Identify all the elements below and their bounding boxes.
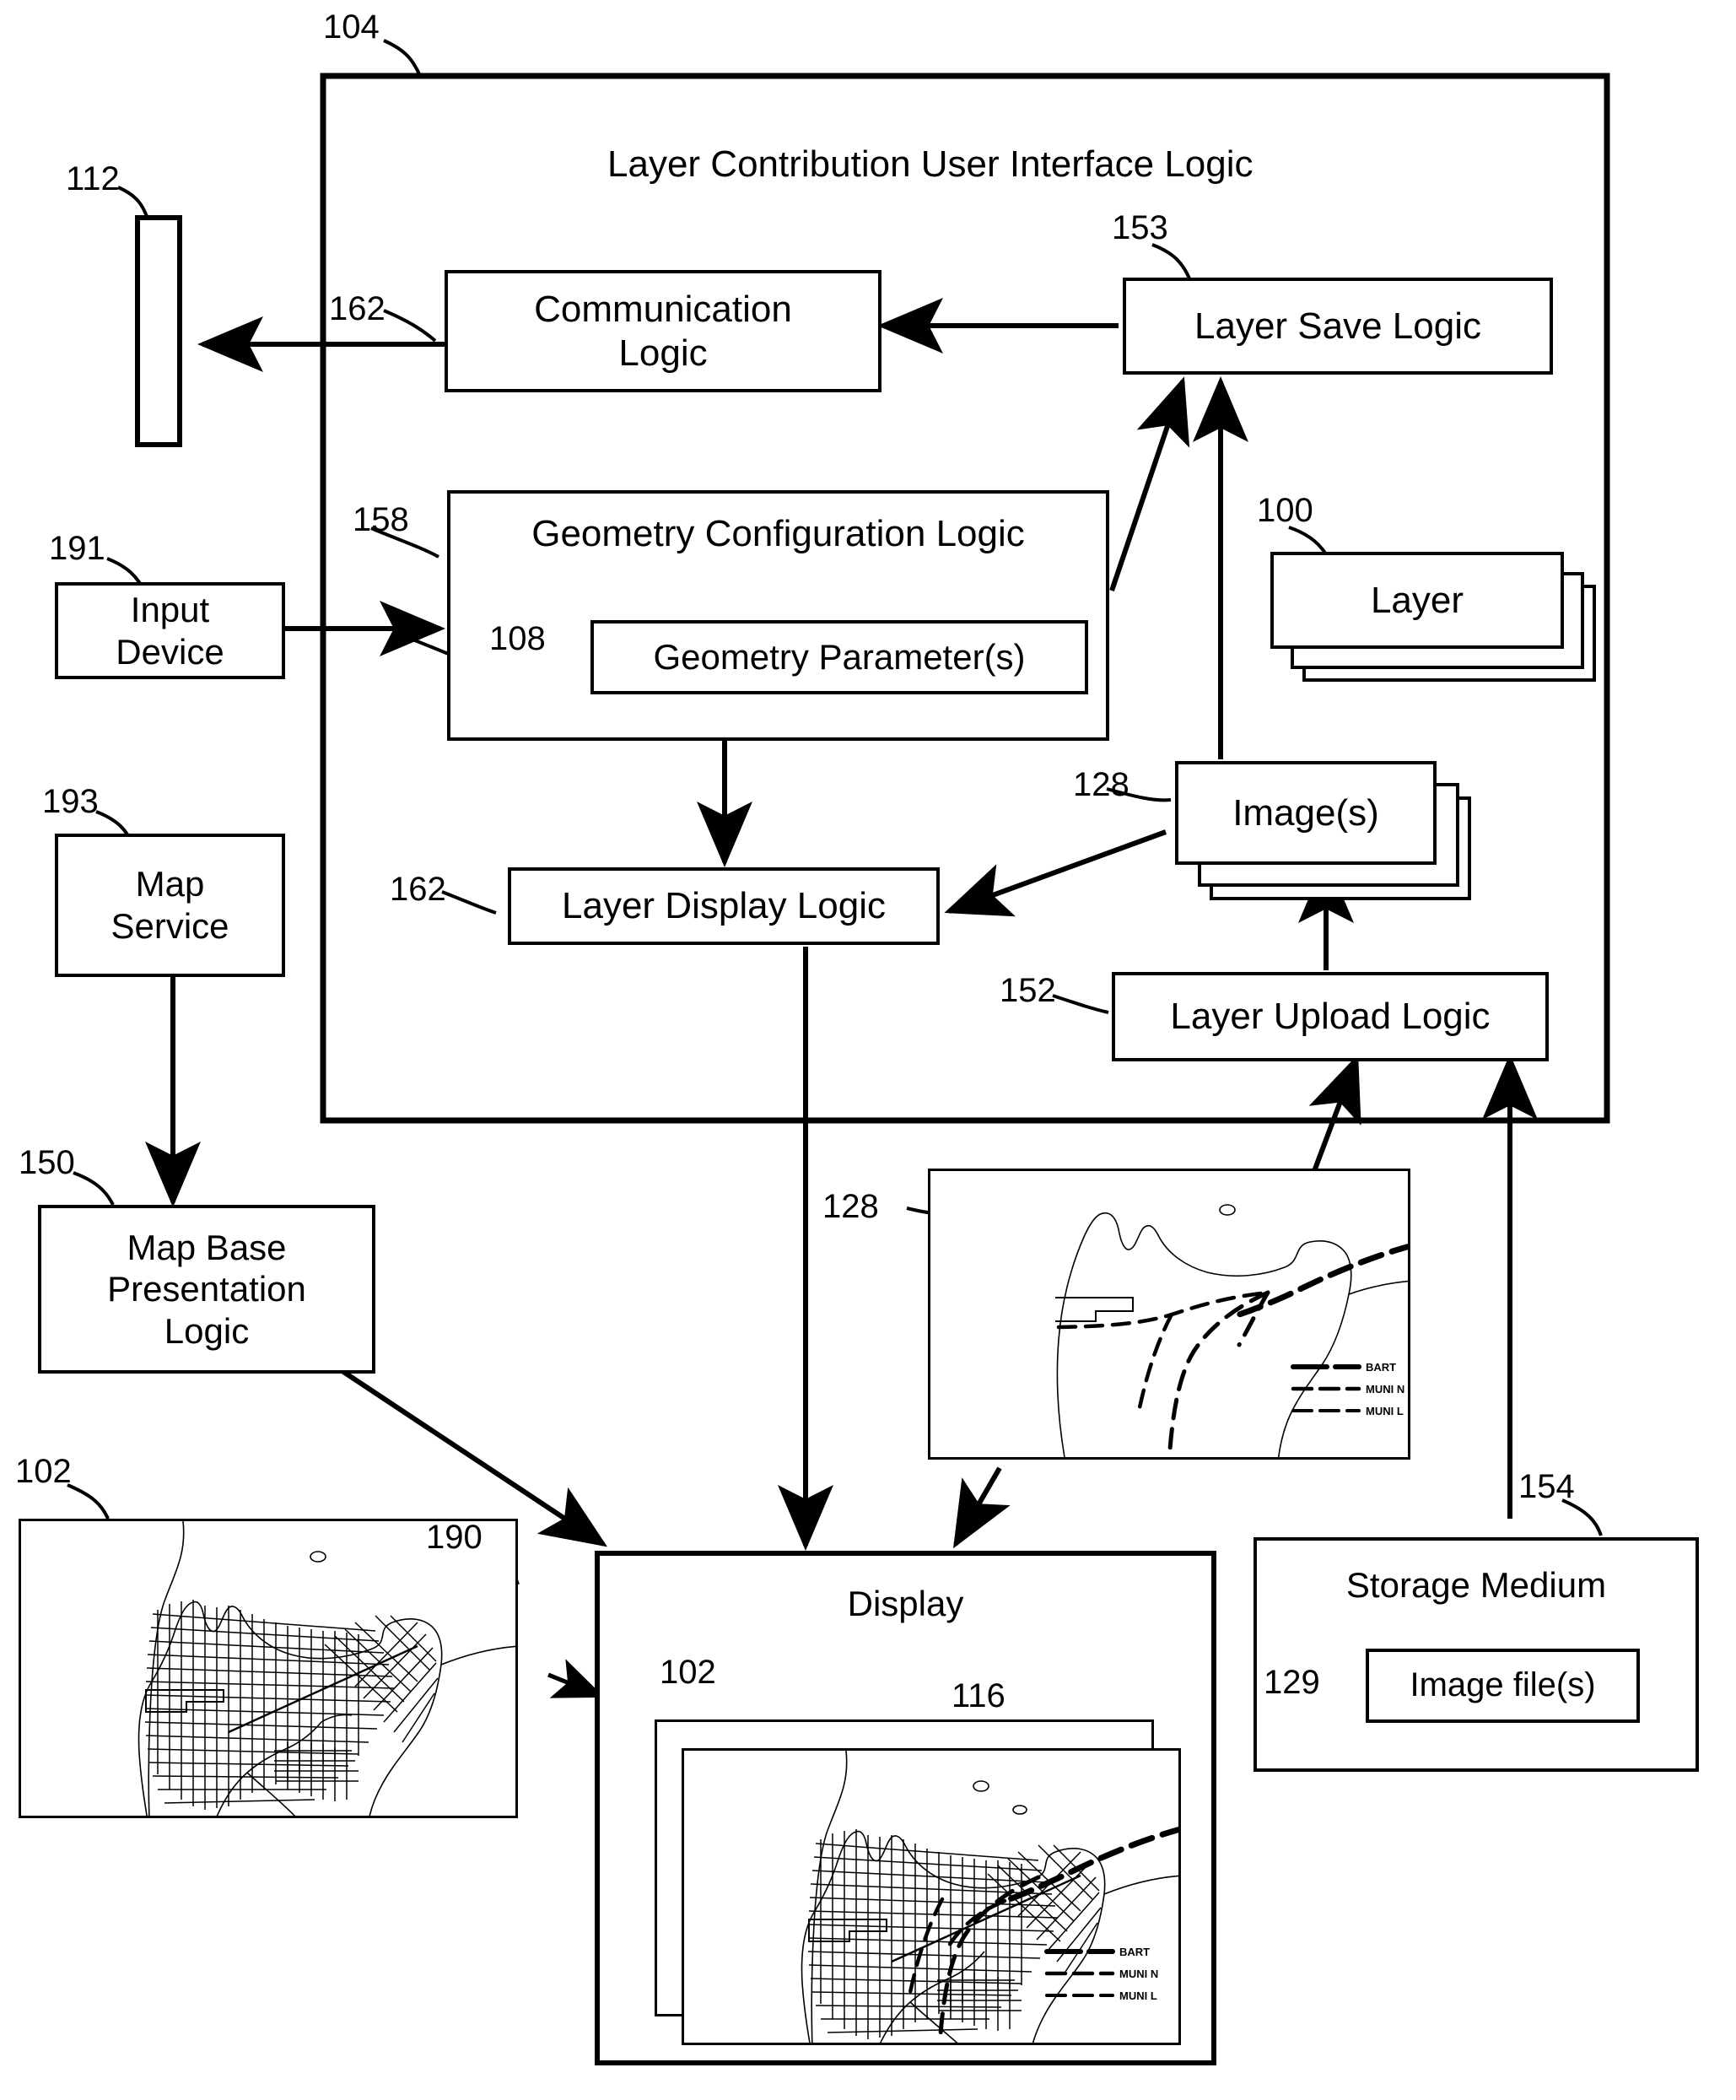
display-legend-bart-label: BART — [1119, 1946, 1150, 1958]
legend-muni-n-label: MUNI N — [1366, 1383, 1404, 1396]
ref-100: 100 — [1257, 492, 1313, 529]
map-service-label-line2: Service — [111, 906, 229, 946]
map-base-label-line3: Logic — [164, 1310, 250, 1351]
ref-128-transit-map: 128 — [822, 1188, 879, 1225]
communication-logic-label-line2: Logic — [618, 332, 708, 374]
communication-logic-label-line1: Communication — [534, 288, 792, 330]
image-stack-front: Image(s) — [1175, 761, 1437, 865]
layer-display-logic-block: Layer Display Logic — [508, 867, 940, 945]
image-files-label: Image file(s) — [1410, 1666, 1596, 1704]
base-map-drawing — [137, 1521, 515, 1816]
ref-128-image-stack: 128 — [1073, 766, 1129, 803]
geometry-parameters-block: Geometry Parameter(s) — [590, 620, 1088, 694]
ref-158: 158 — [353, 501, 409, 538]
display-composite-map: BART MUNI N MUNI L — [682, 1748, 1181, 2045]
ref-104: 104 — [323, 8, 380, 46]
ref-116-display-composite: 116 — [952, 1677, 1005, 1714]
layer-label: Layer — [1370, 579, 1464, 621]
ref-162-communication: 162 — [329, 290, 385, 327]
transit-layer-image: BART MUNI N MUNI L — [928, 1169, 1410, 1460]
layer-save-logic-block: Layer Save Logic — [1123, 278, 1553, 375]
ref-108: 108 — [489, 620, 546, 657]
layer-stack-front: Layer — [1270, 552, 1564, 649]
layer-save-logic-label: Layer Save Logic — [1194, 305, 1481, 347]
transit-layer-drawing: BART MUNI N MUNI L — [1055, 1204, 1408, 1457]
input-device-block: Input Device — [55, 582, 285, 679]
map-base-presentation-logic-block: Map Base Presentation Logic — [38, 1205, 375, 1374]
geometry-parameters-label: Geometry Parameter(s) — [653, 637, 1026, 678]
ref-112: 112 — [66, 160, 120, 197]
ref-102-base-map: 102 — [15, 1453, 72, 1490]
ref-102-display-map: 102 — [660, 1654, 716, 1691]
ref-150: 150 — [19, 1144, 75, 1181]
display-legend-muni-n-label: MUNI N — [1119, 1968, 1158, 1980]
network-bar — [135, 215, 182, 447]
communication-logic-block: Communication Logic — [445, 270, 881, 392]
ref-191: 191 — [49, 530, 105, 567]
ref-193: 193 — [42, 783, 99, 820]
layer-upload-logic-block: Layer Upload Logic — [1112, 972, 1549, 1061]
ref-153: 153 — [1112, 209, 1168, 246]
ref-154: 154 — [1518, 1468, 1575, 1505]
storage-medium-label: Storage Medium — [1345, 1565, 1607, 1605]
ref-152: 152 — [1000, 972, 1056, 1009]
map-service-label-line1: Map — [135, 864, 205, 904]
image-files-block: Image file(s) — [1366, 1649, 1640, 1723]
images-label: Image(s) — [1232, 791, 1379, 834]
transit-legend: BART MUNI N MUNI L — [1291, 1361, 1404, 1417]
display-legend-muni-l-label: MUNI L — [1119, 1989, 1157, 2002]
geometry-configuration-logic-label: Geometry Configuration Logic — [531, 513, 1025, 554]
map-base-label-line1: Map Base — [127, 1227, 287, 1267]
legend-muni-l-label: MUNI L — [1366, 1405, 1404, 1417]
layer-display-logic-label: Layer Display Logic — [562, 885, 886, 927]
base-map-image — [19, 1519, 518, 1818]
map-base-label-line2: Presentation — [107, 1269, 306, 1309]
ref-190: 190 — [426, 1519, 483, 1556]
input-device-label-line1: Input — [130, 589, 210, 629]
legend-bart-label: BART — [1366, 1361, 1396, 1374]
display-composite-drawing: BART MUNI N MUNI L — [801, 1751, 1178, 2043]
ref-129: 129 — [1264, 1664, 1320, 1701]
display-label: Display — [847, 1584, 964, 1623]
ref-162-display: 162 — [390, 871, 446, 908]
container-title: Layer Contribution User Interface Logic — [607, 143, 1253, 185]
geometry-configuration-logic-block: Geometry Configuration Logic — [447, 490, 1109, 741]
map-service-block: Map Service — [55, 834, 285, 977]
input-device-label-line2: Device — [116, 631, 224, 672]
layer-upload-logic-label: Layer Upload Logic — [1170, 996, 1491, 1038]
patent-figure: 112 104 Layer Contribution User Interfac… — [0, 0, 1736, 2100]
